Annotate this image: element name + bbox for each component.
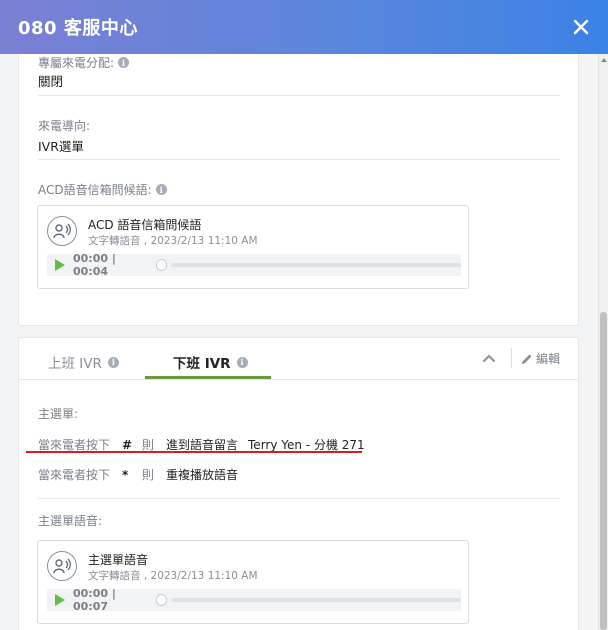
- divider: [38, 95, 560, 96]
- play-icon[interactable]: [55, 259, 65, 271]
- rule-then: 則: [142, 468, 155, 482]
- info-icon[interactable]: i: [155, 184, 167, 195]
- seek-knob[interactable]: [155, 259, 167, 271]
- rule-key: *: [122, 467, 129, 482]
- main-audio-label-text: 主選單語音:: [38, 514, 103, 528]
- chevron-up-icon[interactable]: [480, 350, 498, 368]
- seek-track[interactable]: [171, 263, 461, 267]
- seek-knob[interactable]: [155, 594, 167, 606]
- tab-night-ivr-label: 下班 IVR: [173, 356, 231, 372]
- main-audio-card: 主選單語音 文字轉語音 , 2023/2/13 11:10 AM 00:00 |…: [37, 540, 469, 624]
- info-icon[interactable]: i: [236, 356, 248, 368]
- play-icon[interactable]: [55, 594, 65, 606]
- audio-time: 00:00 | 00:07: [73, 587, 116, 613]
- audio-title: 主選單語音: [88, 553, 149, 567]
- tab-night-ivr[interactable]: 下班 IVR i: [173, 352, 248, 372]
- voice-icon: [47, 551, 77, 581]
- tab-day-ivr[interactable]: 上班 IVR i: [48, 352, 119, 372]
- close-icon[interactable]: [566, 12, 596, 42]
- rule-key: #: [122, 437, 133, 452]
- divider: [38, 159, 560, 160]
- tab-day-ivr-label: 上班 IVR: [48, 356, 102, 372]
- ivr-rule-row: 當來電者按下 * 則 重複播放語音: [38, 466, 238, 483]
- acd-greeting-label: ACD語音信箱問候語: i: [38, 181, 167, 198]
- info-icon[interactable]: i: [107, 356, 119, 368]
- voice-icon: [47, 216, 77, 246]
- info-icon[interactable]: i: [118, 57, 130, 68]
- scrollbar-thumb[interactable]: [600, 312, 607, 630]
- rule-action: 重複播放語音: [166, 468, 239, 482]
- settings-card: 專屬來電分配: i 關閉 來電導向: IVR選單 ACD語音信箱問候語: i A…: [18, 54, 579, 326]
- audio-player: 00:00 | 00:07: [47, 587, 461, 613]
- routing-label-text: 來電導向:: [38, 119, 91, 133]
- main-menu-label-text: 主選單:: [38, 407, 79, 421]
- divider: [38, 498, 560, 499]
- divider: [511, 348, 512, 368]
- ivr-tabs: 上班 IVR i 下班 IVR i 編輯: [19, 338, 578, 380]
- routing-value: IVR選單: [38, 139, 84, 154]
- scroll-up-icon[interactable]: [601, 58, 607, 62]
- audio-title: ACD 語音信箱問候語: [88, 218, 202, 232]
- dedicated-value: 關閉: [38, 74, 64, 89]
- modal-header: 080 客服中心: [0, 0, 608, 54]
- main-menu-label: 主選單:: [38, 405, 78, 422]
- edit-button[interactable]: 編輯: [521, 350, 560, 367]
- routing-label: 來電導向:: [38, 117, 90, 134]
- active-tab-indicator: [145, 376, 271, 379]
- main-audio-label: 主選單語音:: [38, 512, 102, 529]
- dedicated-label-text: 專屬來電分配:: [38, 56, 115, 70]
- modal-title: 080 客服中心: [18, 18, 138, 39]
- dedicated-label: 專屬來電分配: i: [38, 54, 130, 71]
- audio-player: 00:00 | 00:04: [47, 252, 461, 278]
- scrollbar[interactable]: [598, 54, 608, 630]
- annotation-underline: [26, 451, 362, 453]
- ivr-card: 上班 IVR i 下班 IVR i 編輯 主選單: 當來電者按下 # 則 進到語…: [18, 337, 579, 630]
- audio-subtitle: 文字轉語音 , 2023/2/13 11:10 AM: [88, 235, 258, 247]
- acd-greeting-label-text: ACD語音信箱問候語:: [38, 183, 152, 197]
- audio-time: 00:00 | 00:04: [73, 252, 116, 278]
- audio-subtitle: 文字轉語音 , 2023/2/13 11:10 AM: [88, 570, 258, 582]
- seek-track[interactable]: [171, 598, 461, 602]
- rule-prefix: 當來電者按下: [38, 468, 111, 482]
- acd-audio-card: ACD 語音信箱問候語 文字轉語音 , 2023/2/13 11:10 AM 0…: [37, 205, 469, 289]
- pencil-icon: [521, 354, 532, 364]
- edit-label: 編輯: [535, 352, 560, 366]
